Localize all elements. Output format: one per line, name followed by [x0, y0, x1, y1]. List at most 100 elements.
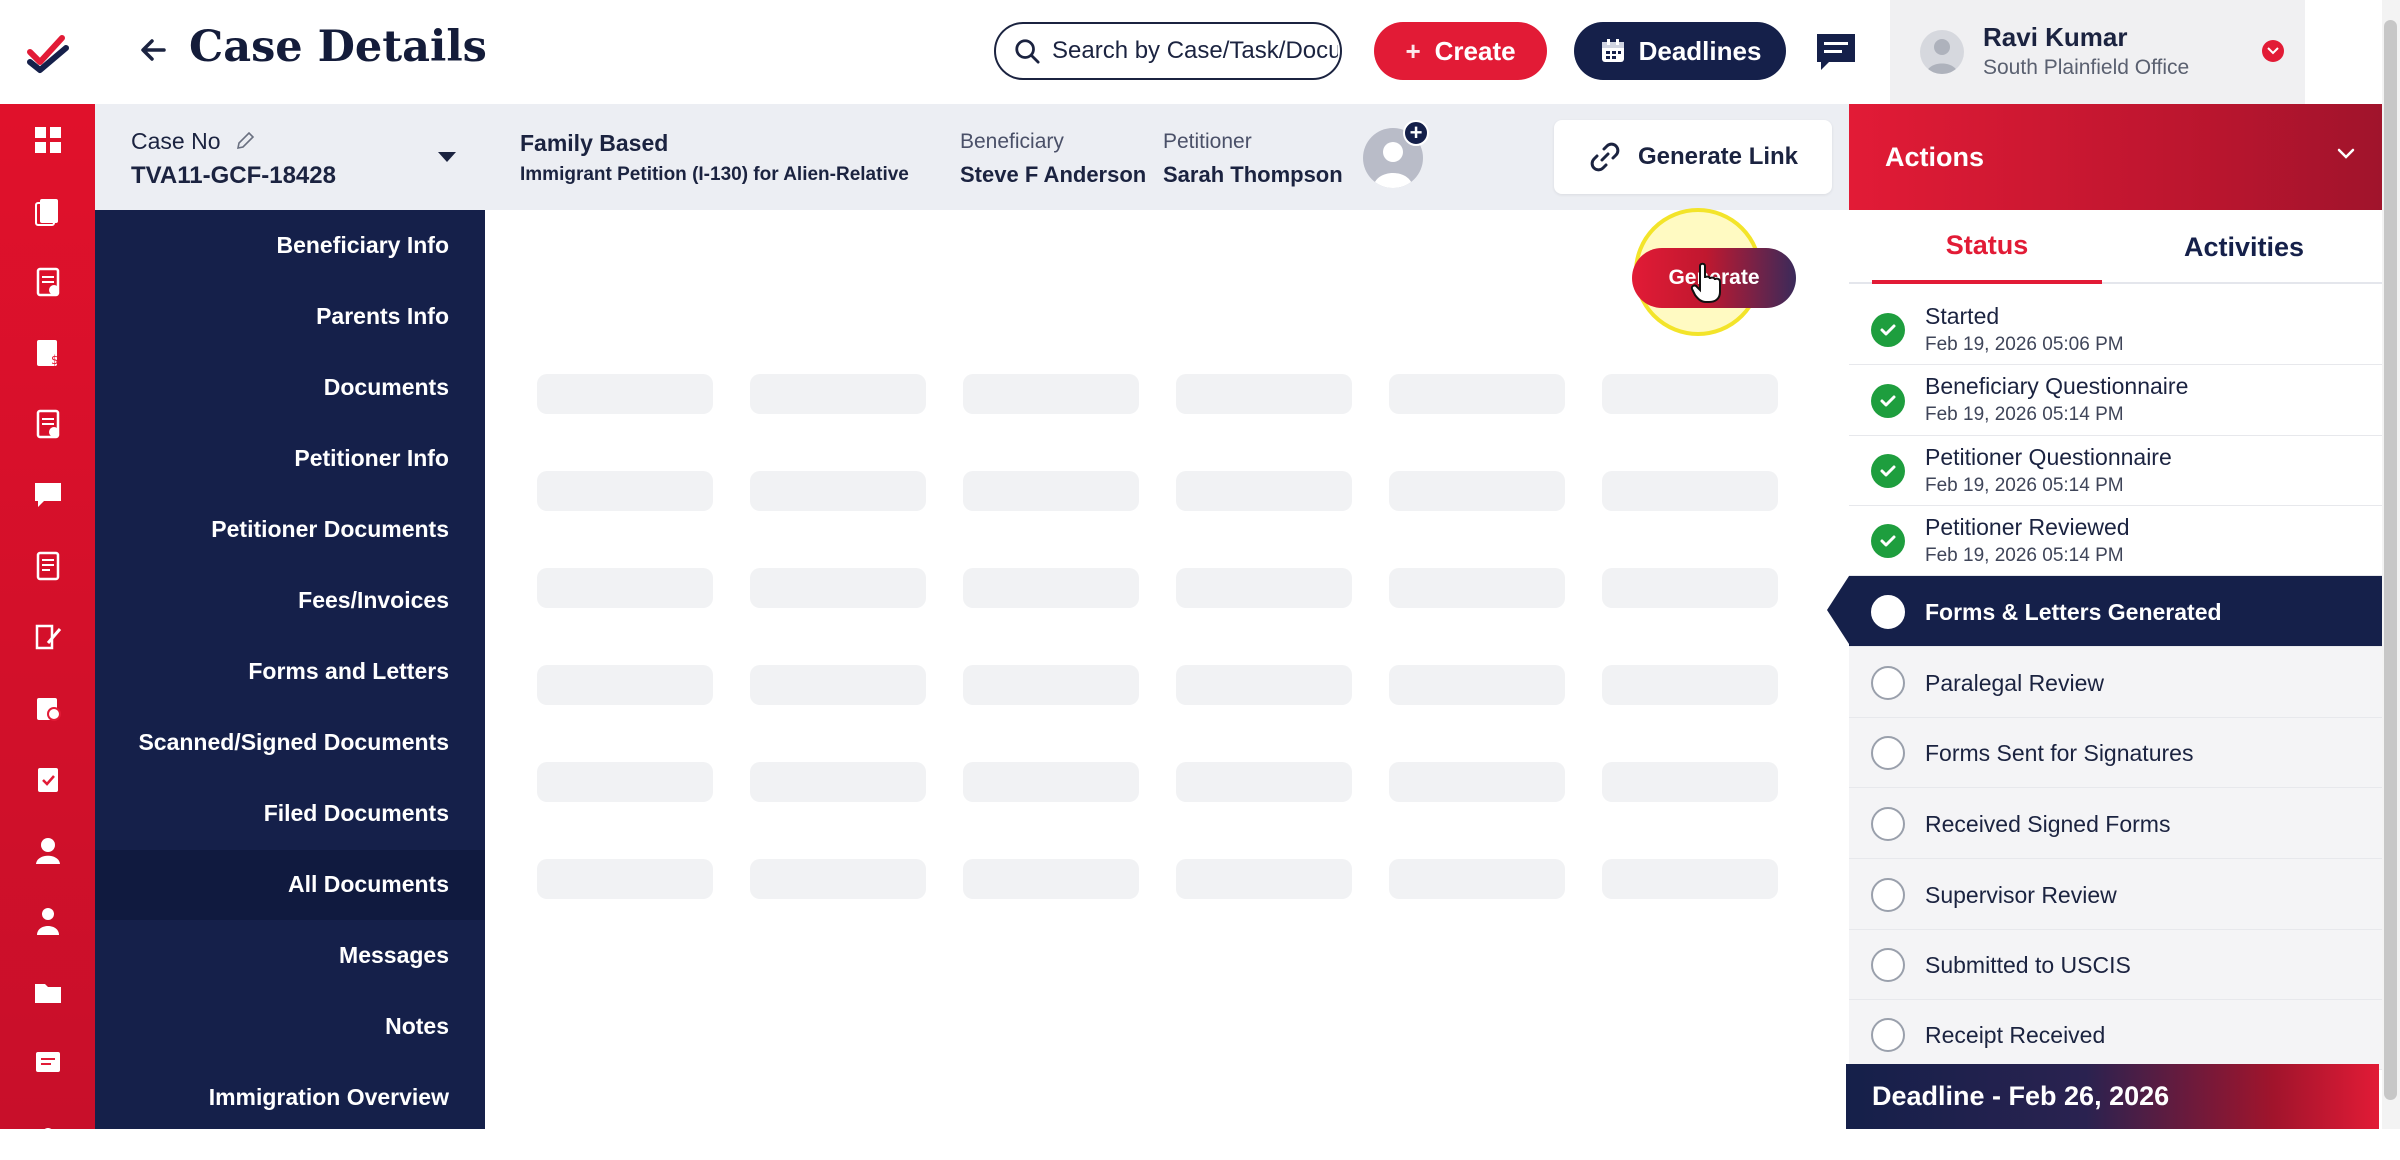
user-name: Ravi Kumar	[1983, 22, 2128, 52]
nav-item-immigration-overview[interactable]: Immigration Overview	[209, 1084, 449, 1111]
arrow-left-icon	[141, 39, 166, 61]
skeleton-cell	[963, 665, 1139, 705]
section-nav: Beneficiary Info Parents Info Documents Pet…	[95, 210, 485, 1129]
search-box[interactable]	[994, 22, 1342, 80]
chat-icon	[35, 1052, 60, 1072]
create-button[interactable]: + Create	[1374, 22, 1547, 80]
nav-item-all-documents[interactable]: All Documents	[288, 871, 449, 898]
user-avatar	[1920, 30, 1964, 74]
dashboard-icon	[34, 127, 61, 153]
skeleton-cell	[750, 568, 926, 608]
rail-item-invoices[interactable]: $	[0, 327, 95, 379]
actions-header[interactable]: Actions	[1849, 104, 2382, 210]
rail-item-clipboard[interactable]	[0, 753, 95, 805]
skeleton-cell	[750, 859, 926, 899]
status-step[interactable]: Beneficiary Questionnaire Feb 19, 2026 05…	[1849, 365, 2382, 436]
nav-item-scanned-signed-documents[interactable]: Scanned/Signed Documents	[138, 729, 449, 756]
rail-item-user[interactable]	[0, 824, 95, 876]
more-icon	[41, 1128, 54, 1140]
skeleton-cell	[1176, 374, 1352, 414]
scrollbar-thumb[interactable]	[2384, 20, 2397, 1100]
rail-item-tasks[interactable]	[0, 398, 95, 450]
rail-item-contacts[interactable]	[0, 895, 95, 947]
chevron-down-icon[interactable]	[2262, 40, 2284, 62]
logo-icon	[26, 35, 69, 73]
skeleton-cell	[750, 762, 926, 802]
status-step-label: Received Signed Forms	[1925, 811, 2171, 837]
status-step[interactable]: Forms Sent for Signatures	[1849, 718, 2382, 788]
skeleton-cell	[1389, 665, 1565, 705]
generate-link-button[interactable]: Generate Link	[1554, 120, 1832, 194]
rail-item-chat[interactable]	[0, 1037, 95, 1089]
rail-item-reports[interactable]	[0, 682, 95, 734]
page-title: Case Details	[189, 22, 487, 72]
status-step[interactable]: Receipt Received	[1849, 1000, 2382, 1070]
messages-icon	[34, 483, 61, 507]
app-logo[interactable]	[0, 0, 95, 104]
skeleton-cell	[1602, 762, 1778, 802]
status-step-label: Started	[1925, 303, 2000, 329]
search-input[interactable]	[1050, 36, 1340, 66]
nav-item-notes[interactable]: Notes	[385, 1013, 449, 1040]
status-step[interactable]: Paralegal Review	[1849, 647, 2382, 718]
notes-icon	[35, 624, 61, 650]
skeleton-cell	[750, 471, 926, 511]
status-step[interactable]: Petitioner Reviewed Feb 19, 2026 05:14 PM	[1849, 506, 2382, 576]
edit-pencil-icon[interactable]	[235, 131, 255, 151]
rail-item-dashboard[interactable]	[0, 114, 95, 166]
status-step-label: Submitted to USCIS	[1925, 952, 2131, 978]
user-menu[interactable]: Ravi Kumar South Plainfield Office	[1890, 0, 2305, 104]
skeleton-cell	[537, 374, 713, 414]
forms-icon	[36, 267, 59, 297]
plus-icon: +	[1405, 35, 1421, 66]
rail-item-forms[interactable]	[0, 256, 95, 308]
rail-item-messages[interactable]	[0, 469, 95, 521]
rail-item-notes[interactable]	[0, 611, 95, 663]
skeleton-cell	[1389, 762, 1565, 802]
status-step[interactable]: Petitioner Questionnaire Feb 19, 2026 05:…	[1849, 436, 2382, 506]
rail-item-cases[interactable]	[0, 185, 95, 237]
status-step[interactable]: Submitted to USCIS	[1849, 930, 2382, 1000]
nav-item-parents-info[interactable]: Parents Info	[316, 303, 449, 330]
status-step-date: Feb 19, 2026 05:14 PM	[1925, 545, 2124, 566]
messages-button[interactable]	[1812, 28, 1860, 76]
status-step[interactable]: Forms & Letters Generated	[1827, 576, 2382, 647]
skeleton-cell	[1176, 471, 1352, 511]
folder-icon	[34, 984, 61, 1003]
nav-item-forms-and-letters[interactable]: Forms and Letters	[248, 658, 449, 685]
chevron-down-icon[interactable]	[2336, 144, 2356, 164]
add-contact-button[interactable]: +	[1403, 120, 1429, 146]
skeleton-cell	[963, 374, 1139, 414]
search-icon	[1015, 39, 1040, 64]
hand-cursor-icon	[1690, 262, 1721, 303]
case-type: Family Based	[520, 130, 669, 156]
status-step-label: Forms Sent for Signatures	[1925, 740, 2194, 766]
check-circle-icon	[1871, 313, 1905, 347]
nav-item-fees-invoices[interactable]: Fees/Invoices	[298, 587, 449, 614]
tab-activities[interactable]: Activities	[2129, 210, 2359, 284]
tab-status[interactable]: Status	[1872, 210, 2102, 284]
nav-item-petitioner-info[interactable]: Petitioner Info	[294, 445, 449, 472]
check-circle-icon	[1871, 384, 1905, 418]
nav-item-petitioner-documents[interactable]: Petitioner Documents	[211, 516, 449, 543]
rail-item-folder[interactable]	[0, 966, 95, 1018]
reports-icon	[36, 698, 61, 721]
status-step-label: Petitioner Reviewed	[1925, 514, 2130, 540]
nav-item-documents[interactable]: Documents	[324, 374, 449, 401]
status-step[interactable]: Started Feb 19, 2026 05:06 PM	[1849, 295, 2382, 365]
status-step[interactable]: Received Signed Forms	[1849, 788, 2382, 859]
status-step[interactable]: Supervisor Review	[1849, 859, 2382, 930]
nav-item-filed-documents[interactable]: Filed Documents	[264, 800, 449, 827]
radio-circle-icon	[1871, 1018, 1905, 1052]
nav-item-beneficiary-info[interactable]: Beneficiary Info	[276, 232, 449, 259]
status-step-label: Beneficiary Questionnaire	[1925, 373, 2189, 399]
back-button[interactable]	[133, 30, 173, 70]
deadlines-button[interactable]: Deadlines	[1574, 22, 1786, 80]
tasks-icon	[36, 409, 59, 439]
nav-item-messages[interactable]: Messages	[339, 942, 449, 969]
skeleton-cell	[537, 568, 713, 608]
rail-item-documents[interactable]	[0, 540, 95, 592]
petitioner-name: Sarah Thompson	[1163, 162, 1343, 187]
rail-item-more[interactable]	[0, 1108, 95, 1160]
case-dropdown-icon[interactable]	[438, 152, 456, 162]
